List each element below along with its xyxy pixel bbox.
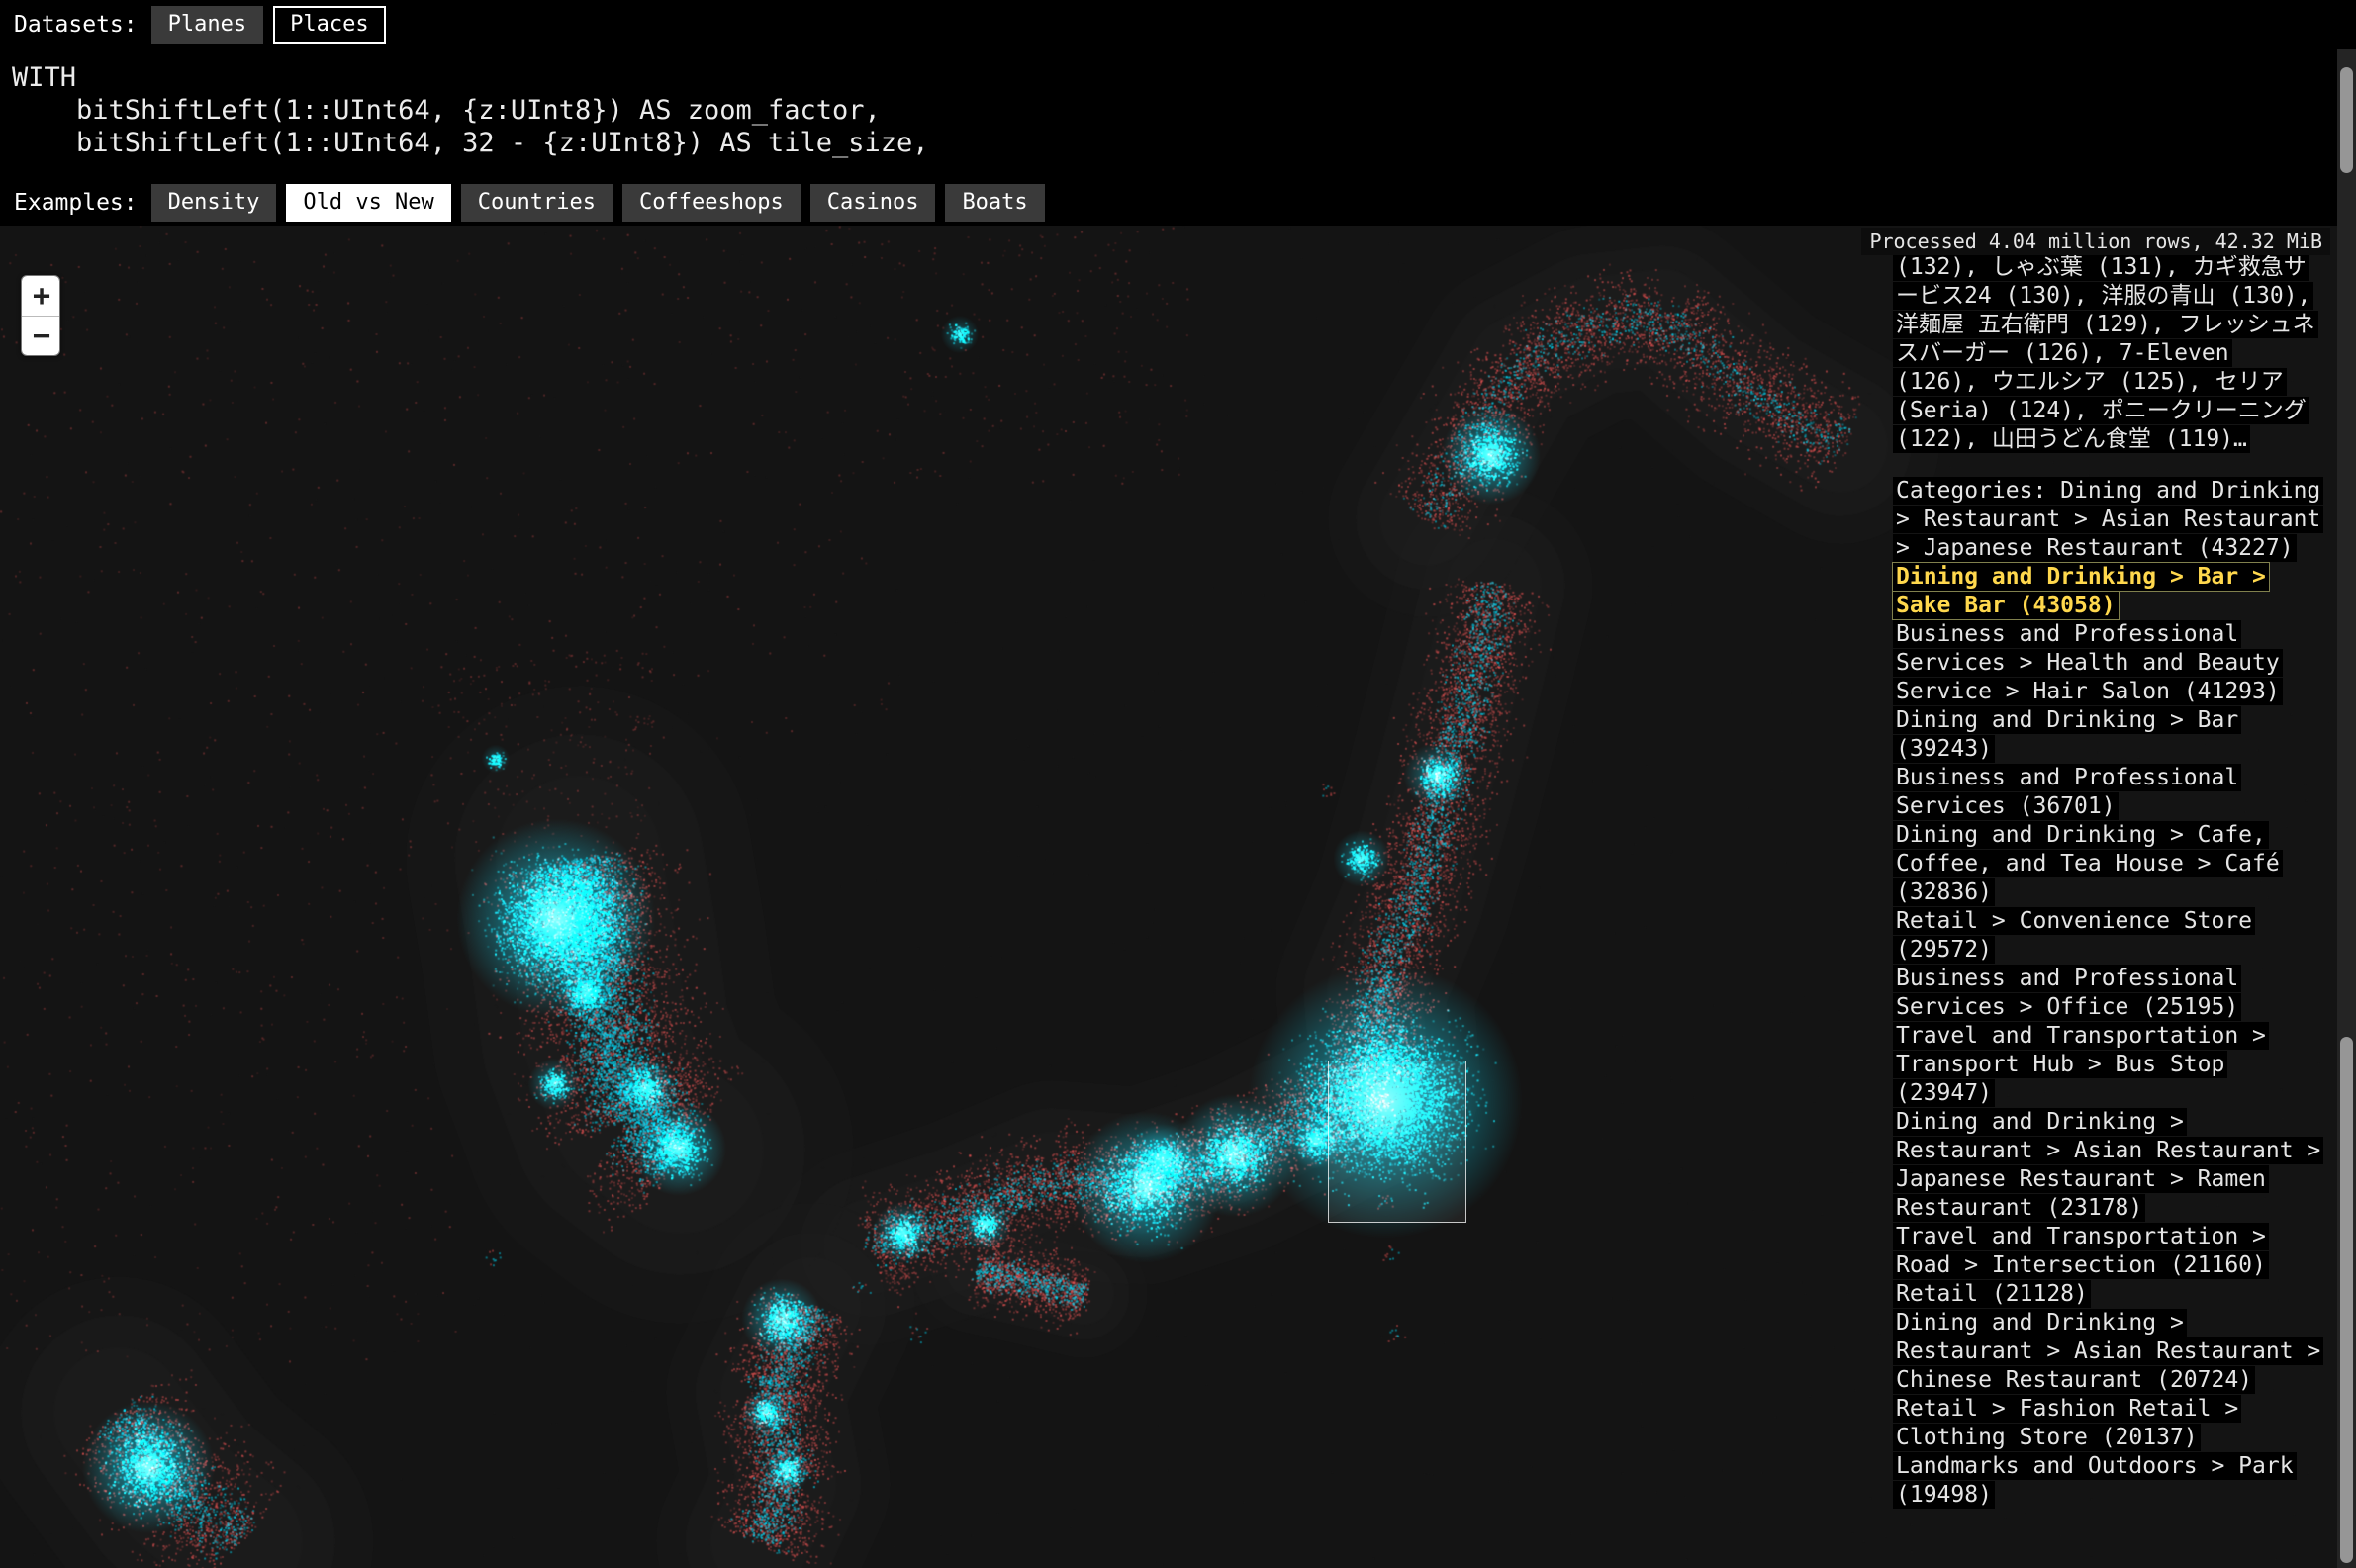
- selection-rectangle[interactable]: [1328, 1061, 1466, 1223]
- example-button-casinos[interactable]: Casinos: [810, 184, 936, 222]
- zoom-control: + −: [21, 275, 60, 356]
- category-item: Dining and Drinking > Bar (39243): [1893, 706, 2324, 764]
- map-viewport[interactable]: + − Processed 4.04 million rows, 42.32 M…: [0, 226, 2356, 1568]
- examples-label: Examples:: [14, 190, 138, 216]
- category-item: Dining and Drinking > Restaurant > Asian…: [1893, 1108, 2324, 1223]
- zoom-in-button[interactable]: +: [22, 276, 60, 316]
- dataset-button-planes[interactable]: Planes: [151, 6, 263, 44]
- sql-line: WITH: [12, 61, 2356, 94]
- stats-sidebar: (132), しゃぶ葉 (131), カギ救急サービス24 (130), 洋服の…: [1893, 253, 2324, 1510]
- sql-line: bitShiftLeft(1::UInt64, {z:UInt8}) AS zo…: [12, 94, 2356, 127]
- page-scrollbar-thumb[interactable]: [2340, 1037, 2353, 1563]
- category-item: Landmarks and Outdoors > Park (19498): [1893, 1452, 2324, 1510]
- zoom-out-button[interactable]: −: [22, 316, 60, 355]
- example-button-density[interactable]: Density: [151, 184, 277, 222]
- top-brands-text: (132), しゃぶ葉 (131), カギ救急サービス24 (130), 洋服の…: [1893, 253, 2324, 454]
- dataset-button-places[interactable]: Places: [273, 6, 385, 44]
- examples-toolbar: Examples: DensityOld vs New CountriesCoff…: [0, 180, 2356, 226]
- category-item: Dining and Drinking > Restaurant > Asian…: [1893, 1309, 2324, 1395]
- example-button-coffeeshops[interactable]: Coffeeshops: [622, 184, 801, 222]
- example-button-old-vs-new[interactable]: Old vs New: [286, 184, 450, 222]
- category-item: Travel and Transportation > Transport Hu…: [1893, 1022, 2324, 1108]
- sql-scrollbar-thumb[interactable]: [2340, 67, 2353, 173]
- scrollbar-track[interactable]: [2337, 49, 2356, 1568]
- example-button-countries[interactable]: Countries: [461, 184, 613, 222]
- category-item: Categories: Dining and Drinking > Restau…: [1893, 477, 2324, 563]
- category-item: Retail > Fashion Retail > Clothing Store…: [1893, 1395, 2324, 1452]
- datasets-toolbar: Datasets: Planes Places: [0, 0, 2356, 49]
- category-item: Business and Professional Services (3670…: [1893, 764, 2324, 821]
- categories-list: Categories: Dining and Drinking > Restau…: [1893, 477, 2324, 1510]
- datasets-label: Datasets:: [14, 12, 138, 38]
- category-item-highlighted: Dining and Drinking > Bar > Sake Bar (43…: [1893, 563, 2324, 620]
- sql-editor[interactable]: WITH bitShiftLeft(1::UInt64, {z:UInt8}) …: [0, 49, 2356, 180]
- category-item: Travel and Transportation > Road > Inter…: [1893, 1223, 2324, 1280]
- category-item: Dining and Drinking > Cafe, Coffee, and …: [1893, 821, 2324, 907]
- category-item: Business and Professional Services > Off…: [1893, 965, 2324, 1022]
- category-item: Business and Professional Services > Hea…: [1893, 620, 2324, 706]
- example-button-boats[interactable]: Boats: [945, 184, 1044, 222]
- examples-button-group: DensityOld vs New CountriesCoffeeshopsCas…: [151, 184, 1055, 222]
- processed-status: Processed 4.04 million rows, 42.32 MiB: [1861, 228, 2330, 255]
- category-item: Retail (21128): [1893, 1280, 2324, 1309]
- datasets-button-group: Planes Places: [151, 6, 396, 44]
- sql-line: bitShiftLeft(1::UInt64, 32 - {z:UInt8}) …: [12, 127, 2356, 159]
- category-item: Retail > Convenience Store (29572): [1893, 907, 2324, 965]
